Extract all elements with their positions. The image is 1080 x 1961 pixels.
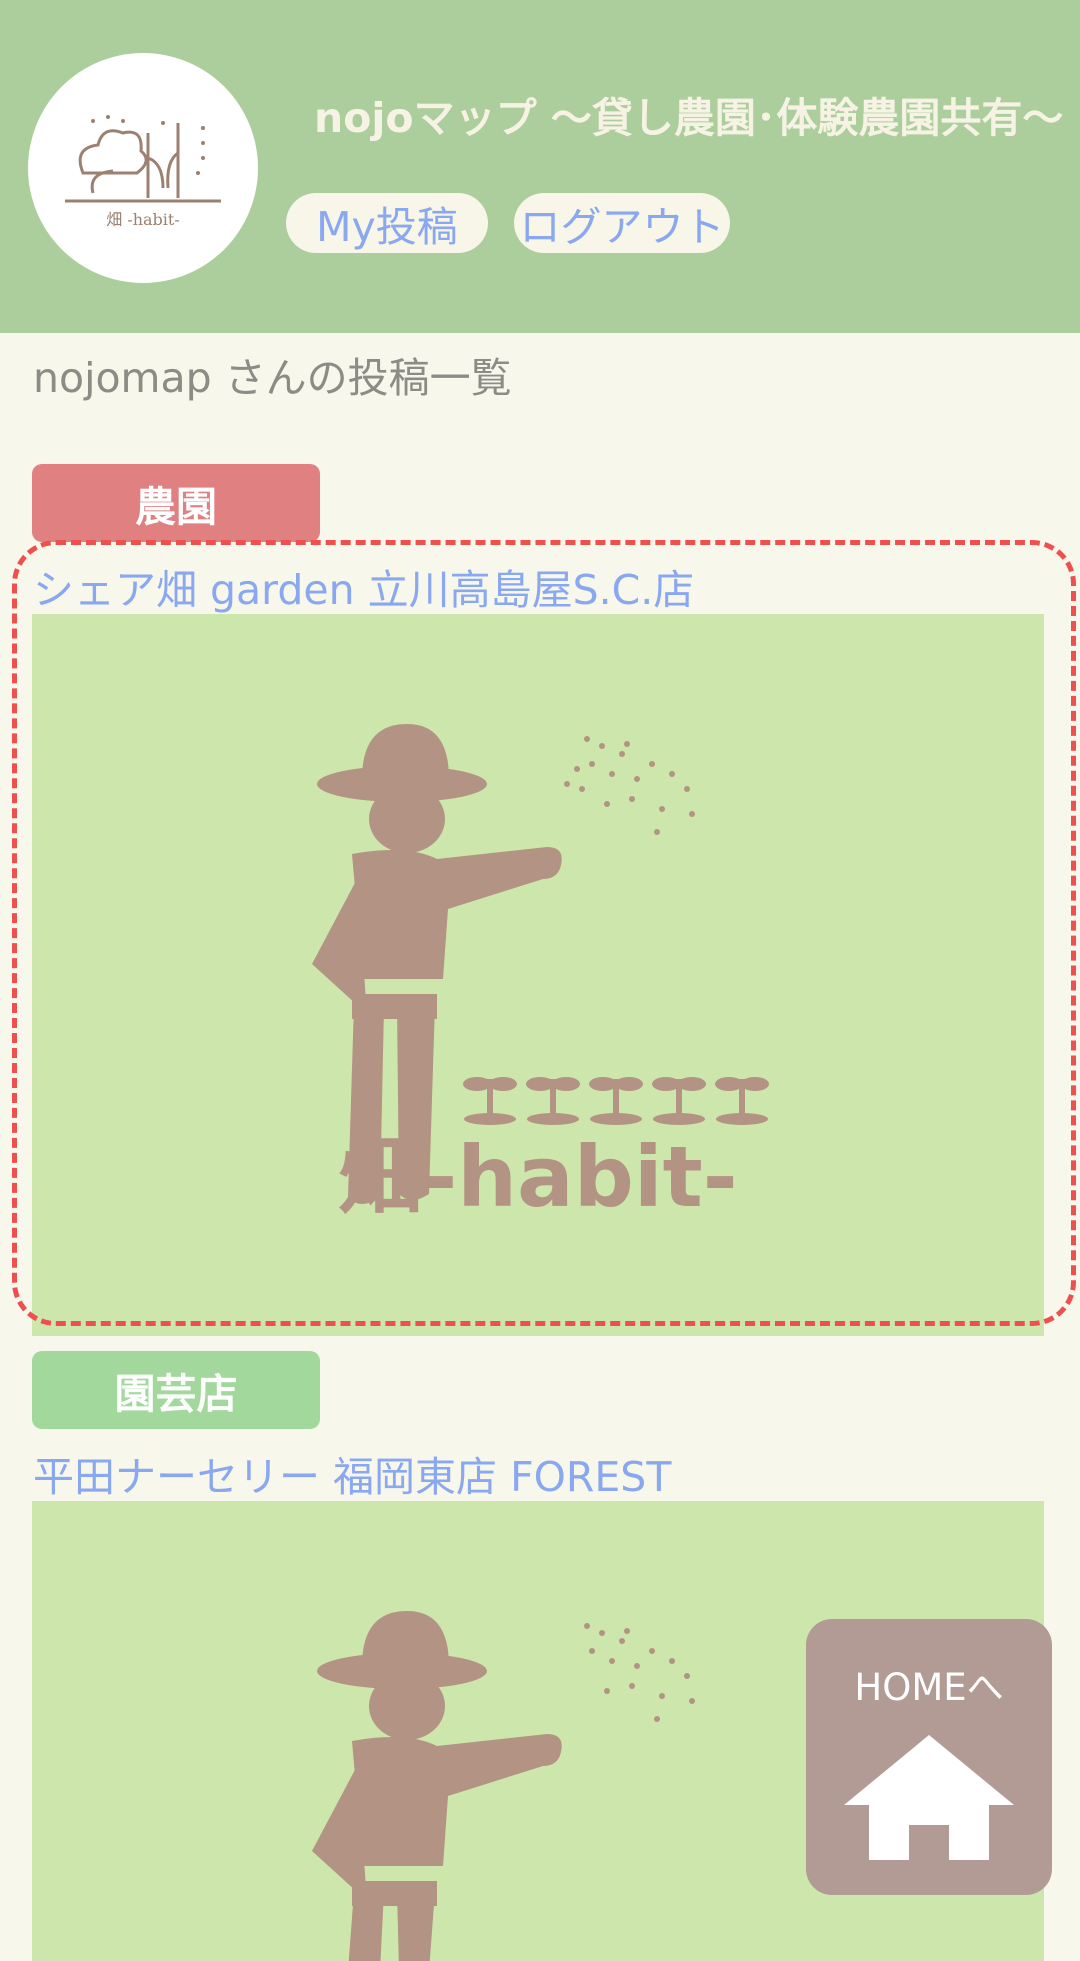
image-caption: 畑-habit-	[338, 1128, 737, 1226]
logo-illustration: 畑 -habit-	[65, 115, 221, 229]
category-badge-garden-shop: 園芸店	[32, 1351, 320, 1429]
app-header: 畑 -habit- nojoマップ ～貸し農園･体験農園共有～ My投稿 ログア…	[0, 0, 1080, 333]
logout-button[interactable]: ログアウト	[514, 193, 730, 253]
page-heading: nojomap さんの投稿一覧	[33, 354, 512, 402]
logo-text: 畑 -habit-	[106, 210, 180, 229]
app-title: nojoマップ ～貸し農園･体験農園共有～	[314, 94, 1064, 142]
my-posts-button[interactable]: My投稿	[286, 193, 488, 253]
category-badge-farm: 農園	[32, 464, 320, 542]
farmer-illustration: 畑-habit-	[312, 724, 769, 1226]
home-button[interactable]: HOMEへ	[806, 1619, 1052, 1895]
home-button-label: HOMEへ	[854, 1666, 1004, 1709]
house-icon	[844, 1735, 1014, 1860]
post-image[interactable]: 畑-habit-	[32, 614, 1044, 1336]
habit-logo[interactable]: 畑 -habit-	[28, 53, 258, 283]
post-title-link[interactable]: シェア畑 garden 立川高島屋S.C.店	[33, 556, 694, 616]
post-title-link[interactable]: 平田ナーセリー 福岡東店 FOREST	[33, 1443, 671, 1503]
